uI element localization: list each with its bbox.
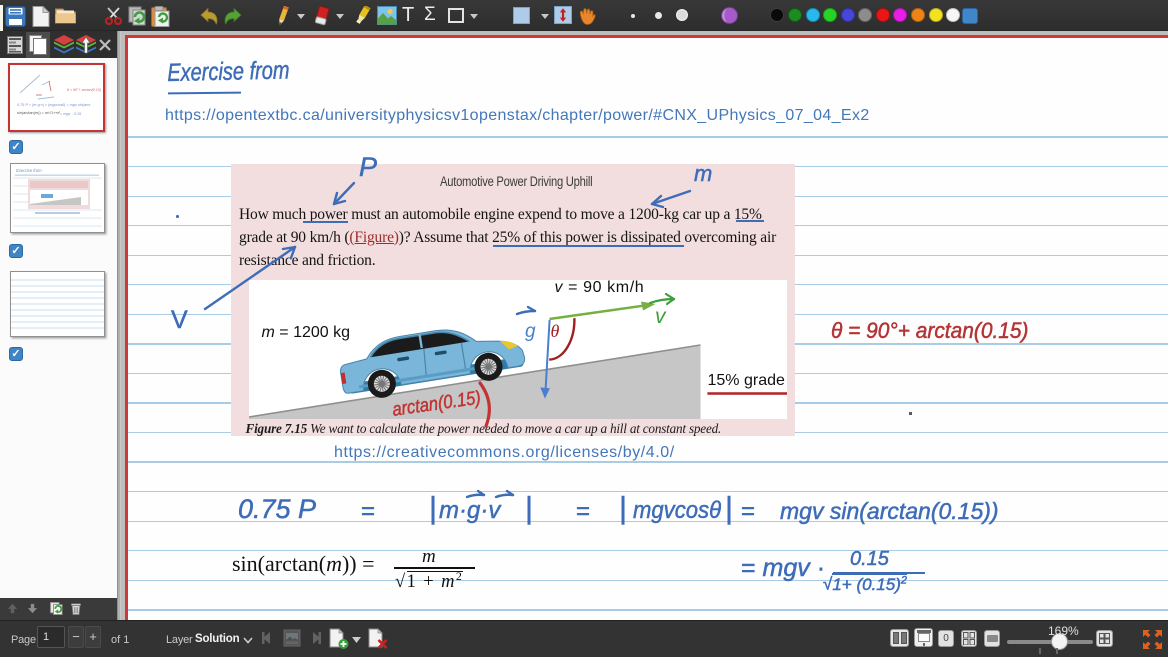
svg-text:θ = 90°+ arctan(0.15): θ = 90°+ arctan(0.15) (67, 88, 101, 92)
svg-text:= mgv · 0.15: = mgv · 0.15 (60, 112, 81, 116)
svg-text:Exercise from: Exercise from (16, 168, 42, 173)
svg-text:sin(arctan(m)) = m/√1+m²: sin(arctan(m)) = m/√1+m² (17, 111, 61, 115)
svg-text:0.75 P = |m·g·v| = |mgvcos: 0.75 P = |m·g·v| = |mgvcosθ| = mgv sin(a… (17, 103, 91, 107)
